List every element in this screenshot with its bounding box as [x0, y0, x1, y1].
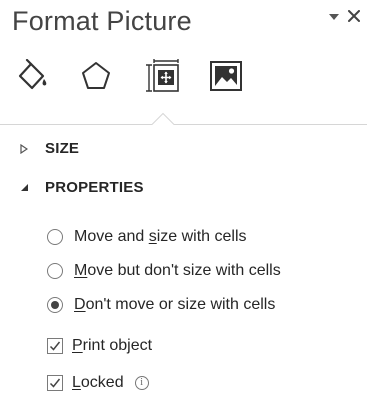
collapse-down-icon — [20, 181, 34, 195]
section-properties-header[interactable]: PROPERTIES — [20, 179, 144, 196]
checkbox[interactable] — [47, 338, 63, 354]
checkbox-print-object[interactable]: Print object — [47, 337, 152, 355]
tab-size-properties[interactable] — [143, 56, 183, 96]
section-properties-label: PROPERTIES — [45, 179, 144, 196]
pane-title: Format Picture — [12, 6, 192, 36]
radio-move-no-size[interactable]: Move but don't size with cells — [47, 262, 281, 280]
checkbox[interactable] — [47, 375, 63, 391]
tab-selection-indicator — [0, 112, 367, 125]
tab-picture[interactable] — [206, 56, 246, 96]
picture-icon — [210, 61, 242, 91]
radio-button-selected[interactable] — [47, 297, 63, 313]
radio-button[interactable] — [47, 229, 63, 245]
info-icon[interactable]: i — [134, 376, 149, 390]
radio-button[interactable] — [47, 263, 63, 279]
section-size-label: SIZE — [45, 140, 80, 157]
radio-dont-move-or-size[interactable]: Don't move or size with cells — [47, 296, 275, 314]
section-size-header[interactable]: SIZE — [20, 140, 79, 157]
size-properties-icon — [146, 59, 179, 92]
radio-move-and-size[interactable]: Move and size with cells — [47, 228, 247, 246]
expand-right-icon — [20, 142, 34, 156]
paint-bucket-icon — [18, 59, 47, 90]
checkbox-locked[interactable]: Locked i — [47, 374, 149, 392]
tab-effects[interactable] — [76, 56, 116, 96]
chevron-down-icon[interactable] — [327, 10, 341, 24]
radio-label: Don't move or size with cells — [74, 296, 276, 313]
tab-fill-line[interactable] — [13, 56, 53, 96]
radio-label: Move and size with cells — [74, 228, 247, 245]
radio-label: Move but don't size with cells — [74, 262, 281, 279]
pentagon-icon — [82, 62, 110, 89]
close-icon[interactable] — [345, 7, 363, 25]
checkbox-label: Print object — [72, 337, 153, 354]
checkbox-label: Locked — [72, 374, 124, 391]
